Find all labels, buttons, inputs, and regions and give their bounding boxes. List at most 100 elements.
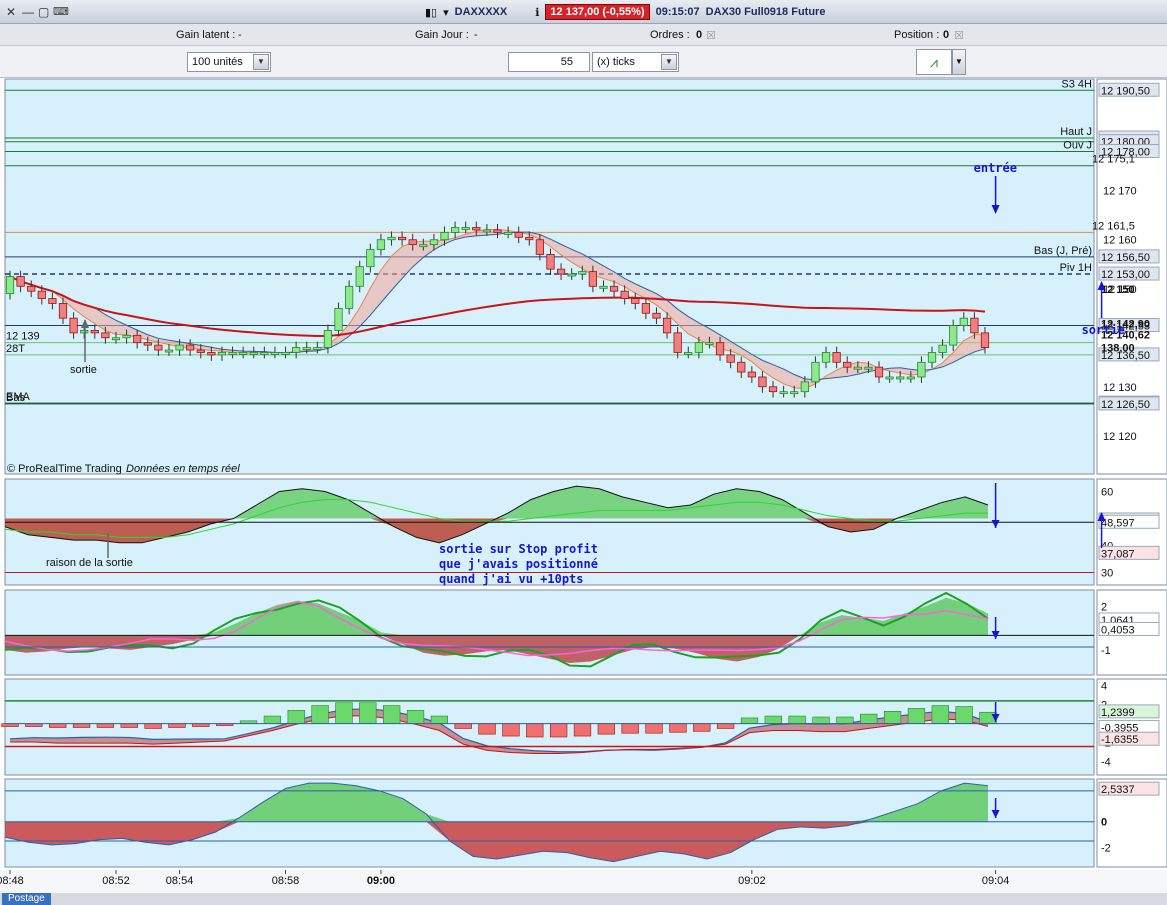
annotation-stop-profit-line: sortie sur Stop profit bbox=[439, 542, 598, 556]
candle-bear bbox=[609, 285, 619, 292]
candle-bull bbox=[917, 361, 926, 378]
candle-bear bbox=[546, 254, 555, 270]
candle-bull bbox=[164, 349, 174, 353]
osc2-y-tick: -4 bbox=[1101, 757, 1111, 769]
annotation-entree: entrée bbox=[974, 161, 1017, 175]
candle-bear bbox=[16, 276, 25, 287]
candle-bear bbox=[620, 290, 629, 299]
histogram-bar bbox=[764, 715, 782, 724]
candle-bull bbox=[949, 325, 958, 346]
info-icon[interactable]: ℹ bbox=[535, 6, 539, 19]
candle-bull bbox=[366, 249, 375, 268]
annotation-sortie-left: sortie bbox=[70, 364, 97, 376]
candle-bull bbox=[567, 273, 576, 277]
close-icon[interactable]: ☒ bbox=[706, 29, 716, 42]
level-price-label: 12 156,50 bbox=[1101, 252, 1150, 264]
candle-bull bbox=[5, 276, 15, 295]
candle-bear bbox=[196, 349, 205, 353]
histogram-bar bbox=[836, 716, 854, 724]
candle-bear bbox=[493, 229, 502, 233]
candle-bull bbox=[959, 317, 968, 326]
histogram-bar bbox=[597, 723, 615, 735]
chevron-down-icon[interactable]: ▼ bbox=[952, 49, 966, 75]
annotation-stop-profit-line: quand j'ai vu +10pts bbox=[439, 572, 584, 586]
level-line-label: 12 139 bbox=[6, 331, 40, 343]
y-tick-label: 12 130 bbox=[1103, 382, 1137, 394]
rsi-y-tick: 60 bbox=[1101, 487, 1113, 499]
chevron-down-icon[interactable]: ▾ bbox=[443, 6, 449, 19]
histogram-bar bbox=[335, 702, 353, 724]
histogram-bar bbox=[383, 705, 401, 724]
candle-bull bbox=[885, 376, 894, 380]
close-icon[interactable]: ☒ bbox=[954, 29, 964, 42]
title-bar: ✕ — ▢ ⌨ ▮▯ ▾ DAXXXXX ℹ 12 137,00 (-0,55%… bbox=[0, 0, 1167, 24]
ticks-input[interactable]: 55 bbox=[508, 52, 590, 72]
chevron-down-icon[interactable]: ▼ bbox=[253, 54, 269, 70]
candle-bear bbox=[726, 354, 735, 363]
candle-bull bbox=[292, 347, 301, 353]
level-line-label: Haut J bbox=[1060, 126, 1092, 138]
quantity-select[interactable]: 100 unités ▼ bbox=[187, 52, 271, 72]
gain-latent-value: - bbox=[238, 29, 242, 41]
close-icon[interactable]: ✕ bbox=[6, 5, 16, 19]
annotation-stop-profit-line: que j'avais positionné bbox=[439, 557, 598, 571]
osc2-y-tick: 4 bbox=[1101, 681, 1107, 693]
candle-bear bbox=[758, 376, 767, 388]
candle-bull bbox=[482, 229, 492, 233]
start-button[interactable]: Postage bbox=[2, 893, 51, 905]
chart-type-icon[interactable]: ⩘ bbox=[916, 49, 952, 75]
keyboard-icon[interactable]: ⌨ bbox=[53, 5, 69, 18]
candle-bear bbox=[715, 342, 725, 356]
candle-bull bbox=[313, 347, 322, 350]
candle-bull bbox=[228, 352, 237, 355]
candle-bear bbox=[556, 268, 566, 275]
histogram-bar bbox=[502, 723, 520, 737]
osc1-value-label: 0,4053 bbox=[1101, 625, 1135, 637]
histogram-bar bbox=[669, 723, 687, 733]
osc1-y-tick: 2 bbox=[1101, 601, 1107, 613]
histogram-bar bbox=[573, 723, 592, 737]
instrument-icon[interactable]: ▮▯ bbox=[425, 6, 437, 19]
rsi-value-label: 48,597 bbox=[1101, 517, 1135, 529]
histogram-bar bbox=[359, 702, 377, 724]
histogram-bar bbox=[478, 723, 496, 735]
osc2-value-label: 1,2399 bbox=[1101, 707, 1135, 719]
histogram-bar bbox=[144, 723, 162, 729]
candle-bull bbox=[323, 330, 333, 348]
histogram-bar bbox=[883, 711, 902, 724]
chevron-down-icon[interactable]: ▼ bbox=[661, 54, 677, 70]
ticker-label[interactable]: DAXXXXX bbox=[455, 6, 508, 18]
candle-bull bbox=[302, 347, 311, 350]
candle-bear bbox=[525, 236, 534, 241]
position-label: Position : bbox=[894, 29, 940, 41]
ticks-unit-select[interactable]: (x) ticks ▼ bbox=[592, 52, 679, 72]
histogram-bar bbox=[96, 723, 115, 728]
candle-bear bbox=[58, 303, 68, 319]
minimize-icon[interactable]: — bbox=[22, 5, 34, 19]
candle-bull bbox=[705, 342, 714, 346]
chart-area: S3 4H12 190,50Haut J12 180,7512 180,00Ou… bbox=[0, 78, 1167, 893]
candle-bull bbox=[429, 239, 439, 246]
level-line-label: 12 161,5 bbox=[1092, 220, 1135, 232]
candle-bull bbox=[260, 352, 269, 355]
ordres-value: 0 bbox=[696, 29, 703, 41]
histogram-bar bbox=[430, 715, 449, 724]
candle-bear bbox=[48, 298, 57, 304]
osc2-value-label: -1,6355 bbox=[1101, 734, 1138, 746]
candle-bull bbox=[779, 391, 788, 395]
candle-bear bbox=[652, 312, 661, 319]
osc3-y-tick: 0 bbox=[1101, 817, 1107, 829]
histogram-bar bbox=[693, 723, 711, 732]
osc3-value-label: 2,5337 bbox=[1101, 784, 1135, 796]
x-tick-label: 09:02 bbox=[738, 875, 766, 887]
candle-bear bbox=[980, 332, 990, 348]
chart-canvas[interactable]: S3 4H12 190,50Haut J12 180,7512 180,00Ou… bbox=[0, 78, 1167, 893]
histogram-bar bbox=[812, 716, 830, 724]
maximize-icon[interactable]: ▢ bbox=[38, 5, 49, 19]
candle-bear bbox=[143, 342, 152, 346]
histogram-bar bbox=[788, 715, 806, 724]
y-tick-label: 12 160 bbox=[1103, 235, 1137, 247]
histogram-bar bbox=[860, 713, 878, 724]
candle-bull bbox=[80, 330, 89, 334]
candle-bull bbox=[684, 352, 693, 355]
